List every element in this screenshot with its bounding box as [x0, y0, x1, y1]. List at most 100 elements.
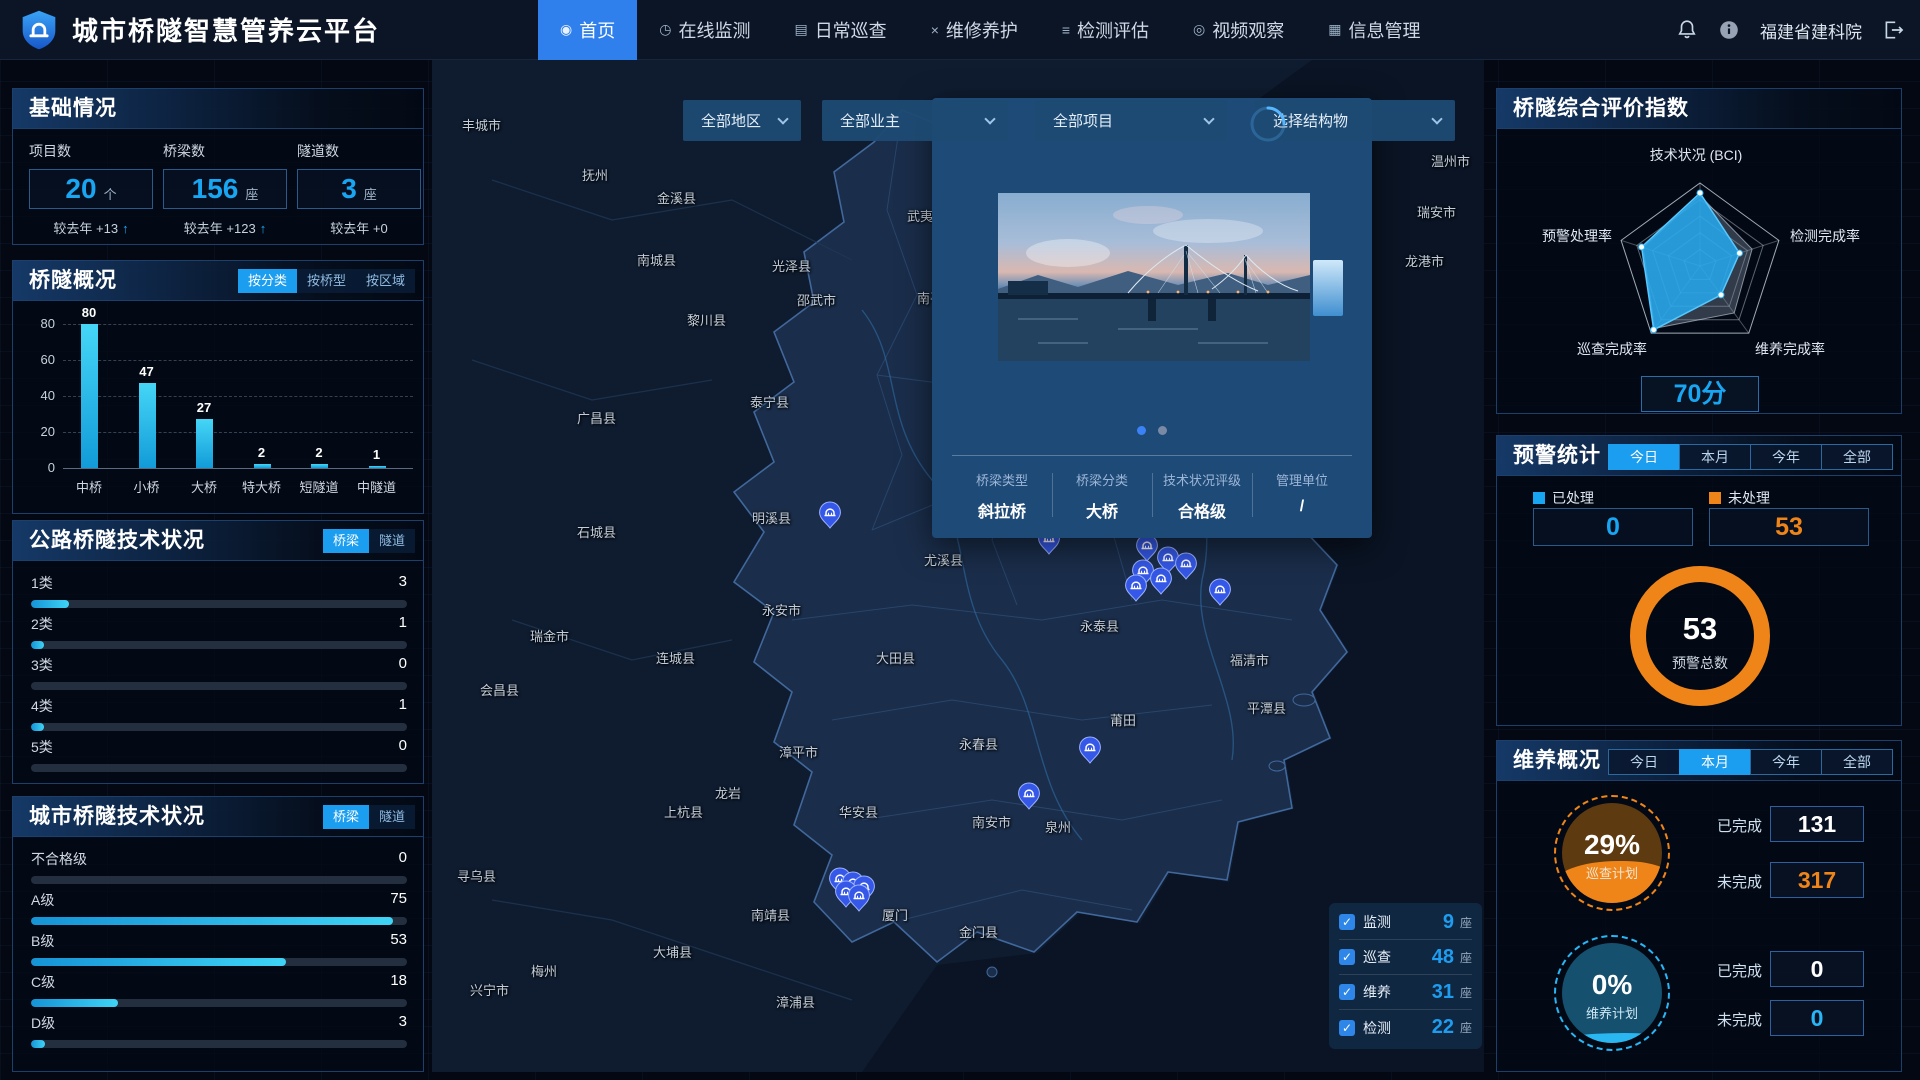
bridge-marker-16[interactable] — [847, 884, 871, 912]
bridge-marker-1[interactable] — [818, 501, 842, 529]
x-tick-label: 特大桥 — [234, 477, 290, 496]
row-value: 75 — [390, 890, 407, 910]
tab-urban-1[interactable]: 桥梁 — [323, 805, 369, 829]
bar-中隧道 — [369, 466, 386, 468]
map-label-尤溪县: 尤溪县 — [924, 550, 963, 569]
info-manage-icon: ▦ — [1328, 21, 1341, 38]
checkbox-checked-icon[interactable]: ✓ — [1339, 949, 1355, 965]
map-label-大埔县: 大埔县 — [653, 942, 692, 961]
stat-unit: 座 — [364, 184, 377, 203]
bridge-marker-8[interactable] — [1124, 574, 1148, 602]
tab-highway-2[interactable]: 隧道 — [369, 529, 415, 553]
bar-value-label: 27 — [184, 400, 224, 415]
tab-maintenance-1[interactable]: 今日 — [1608, 749, 1680, 775]
field-value: / — [1252, 498, 1352, 516]
map-canvas[interactable]: 丰城市抚州金溪县南城县黎川县光泽县武夷山邵武市南平泰宁县广昌县石城县明溪县尤溪县… — [432, 60, 1484, 1072]
nav-item-7[interactable]: ▦信息管理 — [1306, 0, 1442, 60]
nav-item-2[interactable]: ◷在线监测 — [637, 0, 772, 60]
x-tick-label: 中隧道 — [349, 477, 405, 496]
video-icon: ◎ — [1193, 21, 1205, 38]
inspection-percent: 29% — [1562, 829, 1662, 861]
legend-row-检测: ✓检测22座 — [1339, 1010, 1472, 1045]
stat-value: 3 — [341, 173, 357, 205]
bridge-marker-10[interactable] — [1078, 736, 1102, 764]
legend-row-维养: ✓维养31座 — [1339, 975, 1472, 1010]
map-label-明溪县: 明溪县 — [752, 508, 791, 527]
stat-3: 隧道数3座较去年 +0 — [297, 141, 421, 237]
map-label-永春县: 永春县 — [959, 734, 998, 753]
filter-3[interactable]: 全部项目 — [1035, 100, 1227, 141]
map-label-永安市: 永安市 — [762, 600, 801, 619]
y-tick-label: 20 — [15, 424, 55, 439]
map-label-兴宁市: 兴宁市 — [470, 980, 509, 999]
nav-item-5[interactable]: ≡检测评估 — [1040, 0, 1171, 60]
bridge-marker-9[interactable] — [1208, 578, 1232, 606]
tab-maintenance-2[interactable]: 本月 — [1679, 749, 1751, 775]
nav-item-3[interactable]: ▤日常巡查 — [772, 0, 908, 60]
condition-row-B级: B级53 — [31, 931, 407, 966]
row-fill — [31, 1040, 45, 1048]
next-photo-thumbnail[interactable] — [1313, 260, 1343, 316]
map-label-温州市: 温州市 — [1431, 151, 1470, 170]
chevron-down-icon — [1431, 113, 1442, 124]
row-track — [31, 723, 407, 731]
row-label: 不合格级 — [31, 849, 87, 869]
tab-highway-1[interactable]: 桥梁 — [323, 529, 369, 553]
tab-overview-3[interactable]: 按区域 — [356, 269, 415, 293]
carousel-dot-2[interactable] — [1158, 426, 1167, 435]
tab-urban-2[interactable]: 隧道 — [369, 805, 415, 829]
row-track — [31, 641, 407, 649]
filter-2[interactable]: 全部业主 — [822, 100, 1008, 141]
monitor-icon: ◷ — [659, 21, 671, 38]
nav-label: 首页 — [579, 17, 615, 43]
checkbox-checked-icon[interactable]: ✓ — [1339, 914, 1355, 930]
filter-label: 全部地区 — [701, 110, 767, 131]
bridge-marker-5[interactable] — [1174, 552, 1198, 580]
nav-item-4[interactable]: ×维修养护 — [909, 0, 1040, 60]
row-fill — [31, 723, 44, 731]
popup-field-2: 桥梁分类大桥 — [1052, 470, 1152, 522]
tab-overview-2[interactable]: 按桥型 — [297, 269, 356, 293]
map-label-上杭县: 上杭县 — [664, 802, 703, 821]
bell-icon[interactable] — [1676, 19, 1698, 41]
tab-maintenance-3[interactable]: 今年 — [1750, 749, 1822, 775]
map-label-大田县: 大田县 — [876, 648, 915, 667]
bridge-popup-card[interactable]: 桥梁类型斜拉桥桥梁分类大桥技术状况评级合格级管理单位/ — [932, 98, 1372, 538]
gridline — [63, 396, 413, 397]
maintenance-percent: 0% — [1562, 969, 1662, 1001]
gridline — [63, 360, 413, 361]
repair-icon: × — [931, 22, 939, 38]
info-icon[interactable] — [1718, 19, 1740, 41]
carousel-dot-1[interactable] — [1137, 426, 1146, 435]
legend-count: 31 — [1432, 981, 1454, 1004]
tab-overview-1[interactable]: 按分类 — [238, 269, 297, 293]
popup-field-4: 管理单位/ — [1252, 470, 1352, 522]
nav-item-6[interactable]: ◎视频观察 — [1171, 0, 1306, 60]
filter-1[interactable]: 全部地区 — [683, 100, 801, 141]
bridge-marker-11[interactable] — [1017, 782, 1041, 810]
urban-tabs: 桥梁隧道 — [323, 805, 415, 829]
bridge-photo[interactable] — [998, 193, 1310, 361]
nav-label: 日常巡查 — [815, 17, 887, 43]
arrow-up-icon: ↑ — [260, 221, 267, 236]
row-fill — [31, 600, 69, 608]
nav-item-1[interactable]: ◉首页 — [538, 0, 637, 60]
legend-label: 巡查 — [1363, 947, 1432, 967]
legend-count: 22 — [1432, 1016, 1454, 1039]
org-name[interactable]: 福建省建科院 — [1760, 18, 1862, 43]
map-layer-legend: ✓监测9座✓巡查48座✓维养31座✓检测22座 — [1329, 903, 1482, 1049]
map-label-金门县: 金门县 — [959, 922, 998, 941]
stat-2: 桥梁数156座较去年 +123↑ — [163, 141, 287, 237]
map-label-瑞安市: 瑞安市 — [1417, 202, 1456, 221]
filter-label: 全部项目 — [1053, 110, 1193, 131]
gridline — [63, 468, 413, 469]
checkbox-checked-icon[interactable]: ✓ — [1339, 984, 1355, 1000]
stat-1: 项目数20个较去年 +13↑ — [29, 141, 153, 237]
tab-maintenance-4[interactable]: 全部 — [1821, 749, 1893, 775]
arrow-up-icon: ↑ — [122, 221, 129, 236]
logout-icon[interactable] — [1882, 19, 1904, 41]
map-label-南安市: 南安市 — [972, 812, 1011, 831]
stat-value: 20 — [65, 173, 96, 205]
bridge-marker-7[interactable] — [1149, 567, 1173, 595]
checkbox-checked-icon[interactable]: ✓ — [1339, 1020, 1355, 1036]
